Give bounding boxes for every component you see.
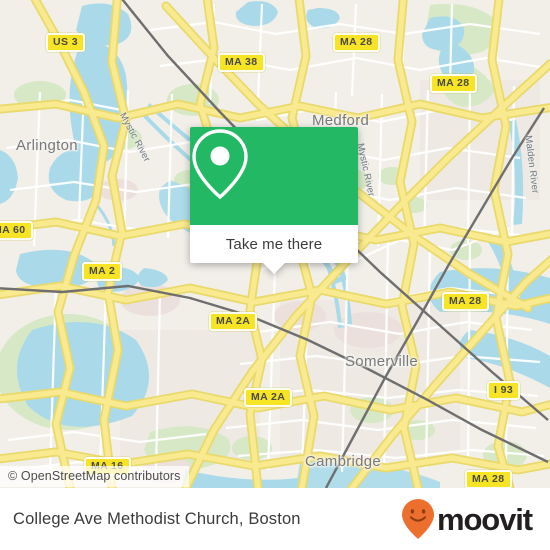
map-attribution[interactable]: © OpenStreetMap contributors <box>0 466 189 487</box>
popup-header <box>190 127 358 225</box>
page-title: College Ave Methodist Church, Boston <box>13 509 301 528</box>
highway-shield: MA 38 <box>218 53 265 72</box>
moovit-pin-smiley-icon <box>401 499 434 539</box>
popup-action-bar[interactable]: Take me there <box>190 225 358 274</box>
footer-bar: College Ave Methodist Church, Boston moo… <box>0 488 550 550</box>
highway-shield: MA 28 <box>333 33 380 52</box>
highway-shield: MA 28 <box>442 292 489 311</box>
location-pin-icon <box>192 129 248 200</box>
highway-shield: MA 2A <box>244 388 293 407</box>
map-screenshot: Arlington Medford Somerville Cambridge M… <box>0 0 550 550</box>
highway-shield: I 93 <box>487 381 521 400</box>
popup-pointer <box>263 263 285 274</box>
highway-shield: MA 28 <box>430 74 477 93</box>
moovit-logo[interactable]: moovit <box>401 488 533 550</box>
highway-shield: MA 28 <box>465 470 512 488</box>
highway-shield: US 3 <box>46 33 85 52</box>
moovit-wordmark: moovit <box>436 501 533 537</box>
take-me-there-label: Take me there <box>225 235 323 253</box>
highway-shield: MA 60 <box>0 221 33 240</box>
location-popup-card[interactable]: Take me there <box>190 127 358 274</box>
highway-shield: MA 2 <box>82 262 123 281</box>
highway-shield: MA 2A <box>209 312 258 331</box>
map-canvas[interactable]: Arlington Medford Somerville Cambridge M… <box>0 0 550 488</box>
